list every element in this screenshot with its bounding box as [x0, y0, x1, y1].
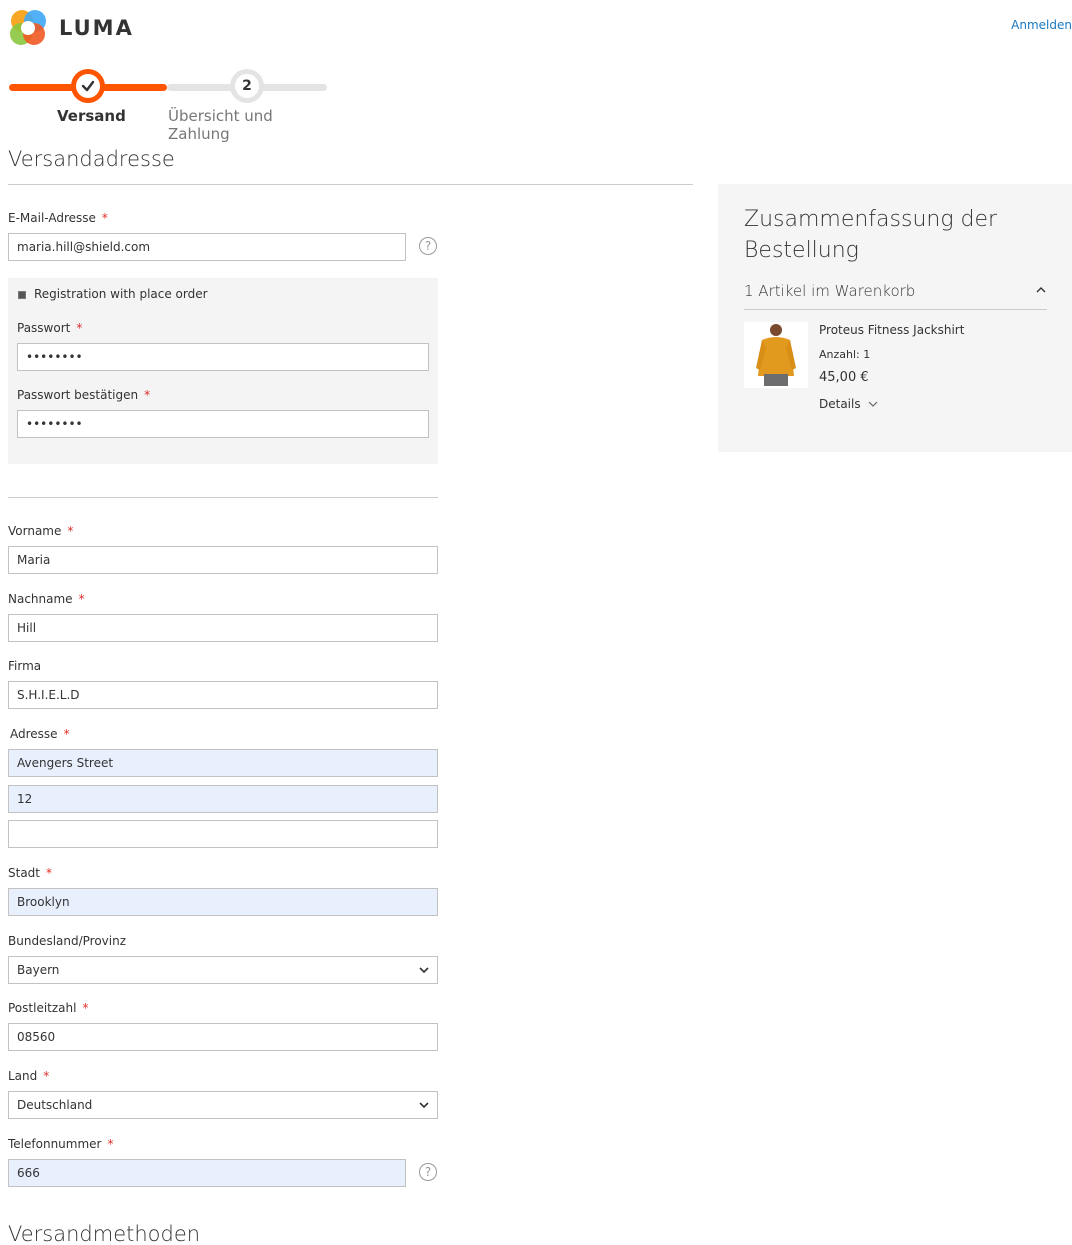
divider	[8, 184, 693, 185]
step-review-label: Übersicht und Zahlung	[168, 107, 273, 143]
chevron-down-icon	[868, 401, 878, 407]
shipping-address-title: Versandadresse	[8, 147, 175, 171]
street-line1-field[interactable]: Avengers Street	[8, 749, 438, 777]
details-toggle[interactable]: Details	[819, 397, 878, 411]
product-name: Proteus Fitness Jackshirt	[819, 323, 965, 337]
checkout-progress: 2 Versand Übersicht und Zahlung	[9, 66, 329, 143]
cart-items-count[interactable]: 1 Artikel im Warenkorb	[744, 282, 915, 300]
question-mark-icon[interactable]: ?	[419, 237, 437, 255]
chevron-down-icon	[419, 1102, 429, 1109]
street-line2-field[interactable]: 12	[8, 785, 438, 813]
product-thumbnail[interactable]	[744, 322, 808, 388]
registration-label[interactable]: Registration with place order	[34, 287, 208, 301]
details-label: Details	[819, 397, 861, 411]
postcode-label: Postleitzahl *	[8, 1001, 89, 1015]
password-label: Passwort *	[17, 321, 83, 335]
registration-panel: Registration with place order Passwort * …	[8, 278, 438, 464]
postcode-field[interactable]: 08560	[8, 1023, 438, 1051]
divider	[8, 497, 438, 498]
chevron-up-icon[interactable]	[1036, 286, 1046, 294]
lastname-field[interactable]: Hill	[8, 614, 438, 642]
email-field[interactable]: maria.hill@shield.com	[8, 233, 406, 261]
checkmark-icon	[81, 80, 95, 92]
brand-name: LUMA	[59, 16, 134, 40]
registration-checkbox[interactable]	[18, 291, 26, 299]
city-field[interactable]: Brooklyn	[8, 888, 438, 916]
step-review-marker: 2	[230, 69, 264, 103]
street-line3-field[interactable]	[8, 820, 438, 848]
firstname-field[interactable]: Maria	[8, 546, 438, 574]
email-label: E-Mail-Adresse *	[8, 211, 108, 225]
password-confirm-field[interactable]: ••••••••	[17, 410, 429, 438]
company-label: Firma	[8, 659, 42, 673]
summary-title: Zusammenfassung der Bestellung	[744, 207, 998, 263]
store-logo[interactable]: LUMA	[9, 9, 134, 47]
country-label: Land *	[8, 1069, 50, 1083]
password-field[interactable]: ••••••••	[17, 343, 429, 371]
chevron-down-icon	[419, 967, 429, 974]
phone-field[interactable]: 666	[8, 1159, 406, 1187]
step-shipping-label[interactable]: Versand	[57, 107, 126, 125]
step-shipping-marker	[71, 69, 105, 103]
address-label: Adresse *	[10, 727, 70, 741]
product-price: 45,00 €	[819, 370, 869, 385]
password-confirm-label: Passwort bestätigen *	[17, 388, 151, 402]
region-select[interactable]: Bayern	[8, 956, 438, 984]
region-label: Bundesland/Provinz	[8, 934, 127, 948]
order-summary: Zusammenfassung der Bestellung 1 Artikel…	[718, 184, 1072, 452]
question-mark-icon[interactable]: ?	[419, 1163, 437, 1181]
sign-in-link[interactable]: Anmelden	[1011, 18, 1072, 32]
step-number: 2	[235, 74, 259, 98]
region-select-value: Bayern	[17, 963, 60, 977]
divider	[744, 309, 1047, 310]
lastname-label: Nachname *	[8, 592, 85, 606]
country-select-value: Deutschland	[17, 1098, 93, 1112]
city-label: Stadt *	[8, 866, 52, 880]
product-quantity: Anzahl: 1	[819, 348, 871, 361]
shipping-methods-title: Versandmethoden	[8, 1222, 201, 1245]
firstname-label: Vorname *	[8, 524, 74, 538]
country-select[interactable]: Deutschland	[8, 1091, 438, 1119]
luma-logo-icon	[9, 9, 47, 47]
phone-label: Telefonnummer *	[8, 1137, 114, 1151]
company-field[interactable]: S.H.I.E.L.D	[8, 681, 438, 709]
